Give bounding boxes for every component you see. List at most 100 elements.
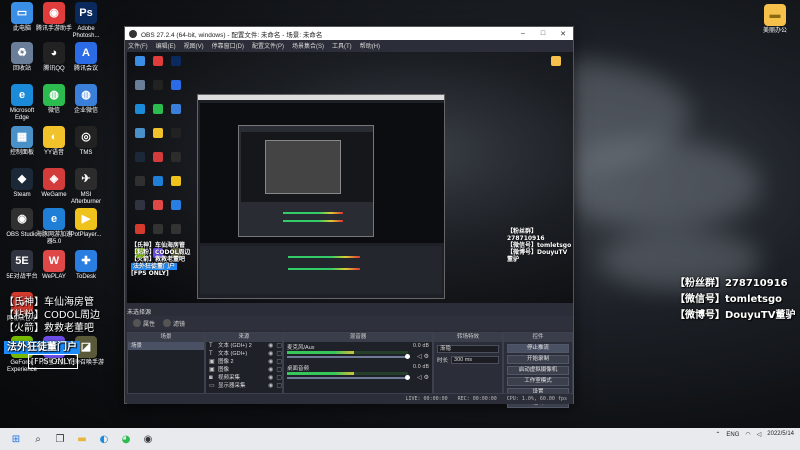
lock-icon[interactable]: ▢ xyxy=(276,350,282,358)
visibility-icon[interactable]: ◉ xyxy=(268,382,273,390)
menu-item[interactable]: 场景集合(S) xyxy=(292,41,324,50)
folder-taskbar-icon[interactable]: ▬ xyxy=(74,432,90,446)
menu-item[interactable]: 停靠窗口(D) xyxy=(212,41,244,50)
menu-item[interactable]: 配置文件(P) xyxy=(252,41,284,50)
todesk-icon xyxy=(171,200,181,210)
desktop-icon-label: ToDesk xyxy=(75,274,96,280)
close-button[interactable]: ✕ xyxy=(553,30,573,38)
preview-overlay-text: 【氏神】车仙海房管 【粘粉】CODOL周边 【火箭】救救老董吧 法外狂徒董门户 … xyxy=(131,242,191,277)
cpu-status: CPU: 1.0%, 60.00 fps xyxy=(506,396,567,402)
channel-db: 0.0 dB xyxy=(412,364,429,370)
edge-icon xyxy=(135,104,145,114)
control-button[interactable]: 停止推流 xyxy=(507,344,569,353)
source-item[interactable]: T 文本 (GDI+) ◉ ▢ xyxy=(206,350,282,358)
language-indicator[interactable]: ENG xyxy=(726,432,739,438)
tms-icon: ◎ xyxy=(75,126,97,148)
nested-meter xyxy=(283,220,343,222)
desktop-icon[interactable]: ▶ PotPlayer... xyxy=(66,208,106,239)
app-icon-2 xyxy=(171,224,181,234)
source-label: 显示器采集 xyxy=(218,383,246,389)
transition-select[interactable]: 渐隐 xyxy=(437,345,499,353)
preview-canvas[interactable]: 【粉丝群】278710916 【微信号】tomletsgo 【微博号】Douyu… xyxy=(127,52,573,303)
chevron-up-icon[interactable]: ⌃ xyxy=(715,431,720,438)
maximize-button[interactable]: □ xyxy=(533,30,553,38)
volume-icon[interactable]: ◁ xyxy=(757,431,762,438)
lock-icon[interactable]: ▢ xyxy=(276,358,282,366)
minimize-button[interactable]: – xyxy=(513,30,533,38)
visibility-icon[interactable]: ◉ xyxy=(268,350,273,358)
nested-preview-2 xyxy=(241,132,373,202)
wechat-icon xyxy=(153,104,163,114)
weplay-icon: W xyxy=(43,250,65,272)
window-title: OBS 27.2.4 (64-bit, windows) - 配置文件: 未命名… xyxy=(141,31,323,39)
filters-button[interactable]: 滤镜 xyxy=(163,319,185,328)
lock-icon[interactable]: ▢ xyxy=(276,382,282,390)
start-icon[interactable]: ⊞ xyxy=(8,432,24,446)
menu-item[interactable]: 工具(T) xyxy=(332,41,352,50)
edge-taskbar-icon[interactable]: ◐ xyxy=(96,432,112,446)
desktop-icon[interactable]: Ps Adobe Photosh... xyxy=(66,2,106,40)
5e-platform-icon: 5E xyxy=(11,250,33,272)
control-button[interactable]: 工作室模式 xyxy=(507,377,569,386)
mixer-channel: 桌面音频 0.0 dB ◁ ⚙ xyxy=(284,363,432,384)
qq-icon: ◕ xyxy=(43,42,65,64)
obs-taskbar-icon[interactable]: ◉ xyxy=(140,432,156,446)
task-view-icon[interactable]: ❐ xyxy=(52,432,68,446)
overlay-line: 【火箭】救救老董吧 xyxy=(4,323,94,334)
clock[interactable]: 2022/5/14 xyxy=(767,431,794,438)
desktop-icon[interactable]: ◎ TMS xyxy=(66,126,106,157)
volume-slider[interactable] xyxy=(287,375,410,380)
gear-icon xyxy=(133,319,141,327)
source-label: 图像 xyxy=(218,367,230,373)
source-item[interactable]: ▣ 图像 ◉ ▢ xyxy=(206,366,282,374)
scene-item[interactable]: 场景 xyxy=(128,342,204,350)
netease-music-icon xyxy=(135,224,145,234)
visibility-icon[interactable]: ◉ xyxy=(268,358,273,366)
lock-icon[interactable]: ▢ xyxy=(276,374,282,382)
source-item[interactable]: ◙ 视频采集 ◉ ▢ xyxy=(206,374,282,382)
nested-obs-window-3 xyxy=(265,140,341,194)
search-icon[interactable]: ⌕ xyxy=(30,432,46,446)
folder-icon xyxy=(551,56,561,66)
control-button[interactable]: 启动虚拟摄像机 xyxy=(507,366,569,375)
desktop-icon[interactable]: ✚ ToDesk xyxy=(66,250,106,281)
nested-obs-window xyxy=(197,94,445,299)
menu-item[interactable]: 视图(V) xyxy=(184,41,204,50)
desktop-icon-folder[interactable]: ▬ 美丽办公 xyxy=(755,4,795,35)
wecom-icon xyxy=(171,104,181,114)
desktop-icon-label: Adobe Photosh... xyxy=(72,26,100,39)
nested-docks xyxy=(200,246,442,294)
potplayer-icon xyxy=(171,176,181,186)
visibility-icon[interactable]: ◉ xyxy=(268,342,273,350)
properties-button[interactable]: 属性 xyxy=(133,319,155,328)
photoshop-icon xyxy=(171,56,181,66)
desktop-icon[interactable]: ◍ 企业微信 xyxy=(66,84,106,115)
source-item[interactable]: T 文本 (GDI+) 2 ◉ ▢ xyxy=(206,342,282,350)
app-icon xyxy=(153,224,163,234)
lock-icon[interactable]: ▢ xyxy=(276,366,282,374)
text-icon: T xyxy=(209,343,213,349)
source-item[interactable]: ▣ 图像 2 ◉ ▢ xyxy=(206,358,282,366)
duration-field[interactable]: 时长 300 ms xyxy=(437,356,499,364)
todesk-icon: ✚ xyxy=(75,250,97,272)
visibility-icon[interactable]: ◉ xyxy=(268,374,273,382)
overlay-line: 【微信号】tomletsgo xyxy=(675,294,783,305)
weplay-icon xyxy=(153,200,163,210)
desktop-icon[interactable]: A 腾讯会议 xyxy=(66,42,106,73)
desktop-icon-label: PotPlayer... xyxy=(70,232,102,238)
slider-handle[interactable] xyxy=(405,354,410,359)
wechat-taskbar-icon[interactable]: ◕ xyxy=(118,432,134,446)
slider-handle[interactable] xyxy=(405,375,410,380)
control-button[interactable]: 开始录制 xyxy=(507,355,569,364)
wifi-icon[interactable]: ◠ xyxy=(745,431,750,438)
gear-icon[interactable]: ⚙ xyxy=(424,374,429,381)
menu-item[interactable]: 文件(F) xyxy=(128,41,148,50)
lock-icon[interactable]: ▢ xyxy=(276,342,282,350)
source-item[interactable]: ▭ 显示器采集 ◉ ▢ xyxy=(206,382,282,390)
visibility-icon[interactable]: ◉ xyxy=(268,366,273,374)
gear-icon[interactable]: ⚙ xyxy=(424,353,429,360)
menu-item[interactable]: 编辑(E) xyxy=(156,41,176,50)
volume-slider[interactable] xyxy=(287,354,410,359)
desktop-icon[interactable]: ✈ MSI Afterburner xyxy=(66,168,106,206)
menu-item[interactable]: 帮助(H) xyxy=(360,41,380,50)
